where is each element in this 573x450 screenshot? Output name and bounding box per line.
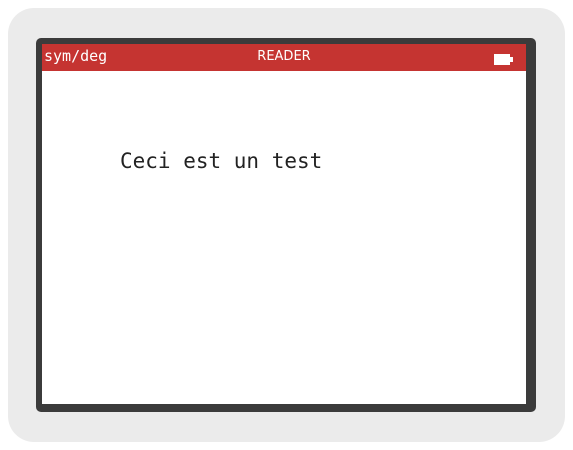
reader-document-text: Ceci est un test [120,149,323,173]
app-title: READER [257,49,311,64]
battery-full-icon [494,52,513,65]
status-bar: sym/deg READER [42,44,526,71]
calculator-screen: sym/deg READER Ceci est un test [42,44,526,404]
